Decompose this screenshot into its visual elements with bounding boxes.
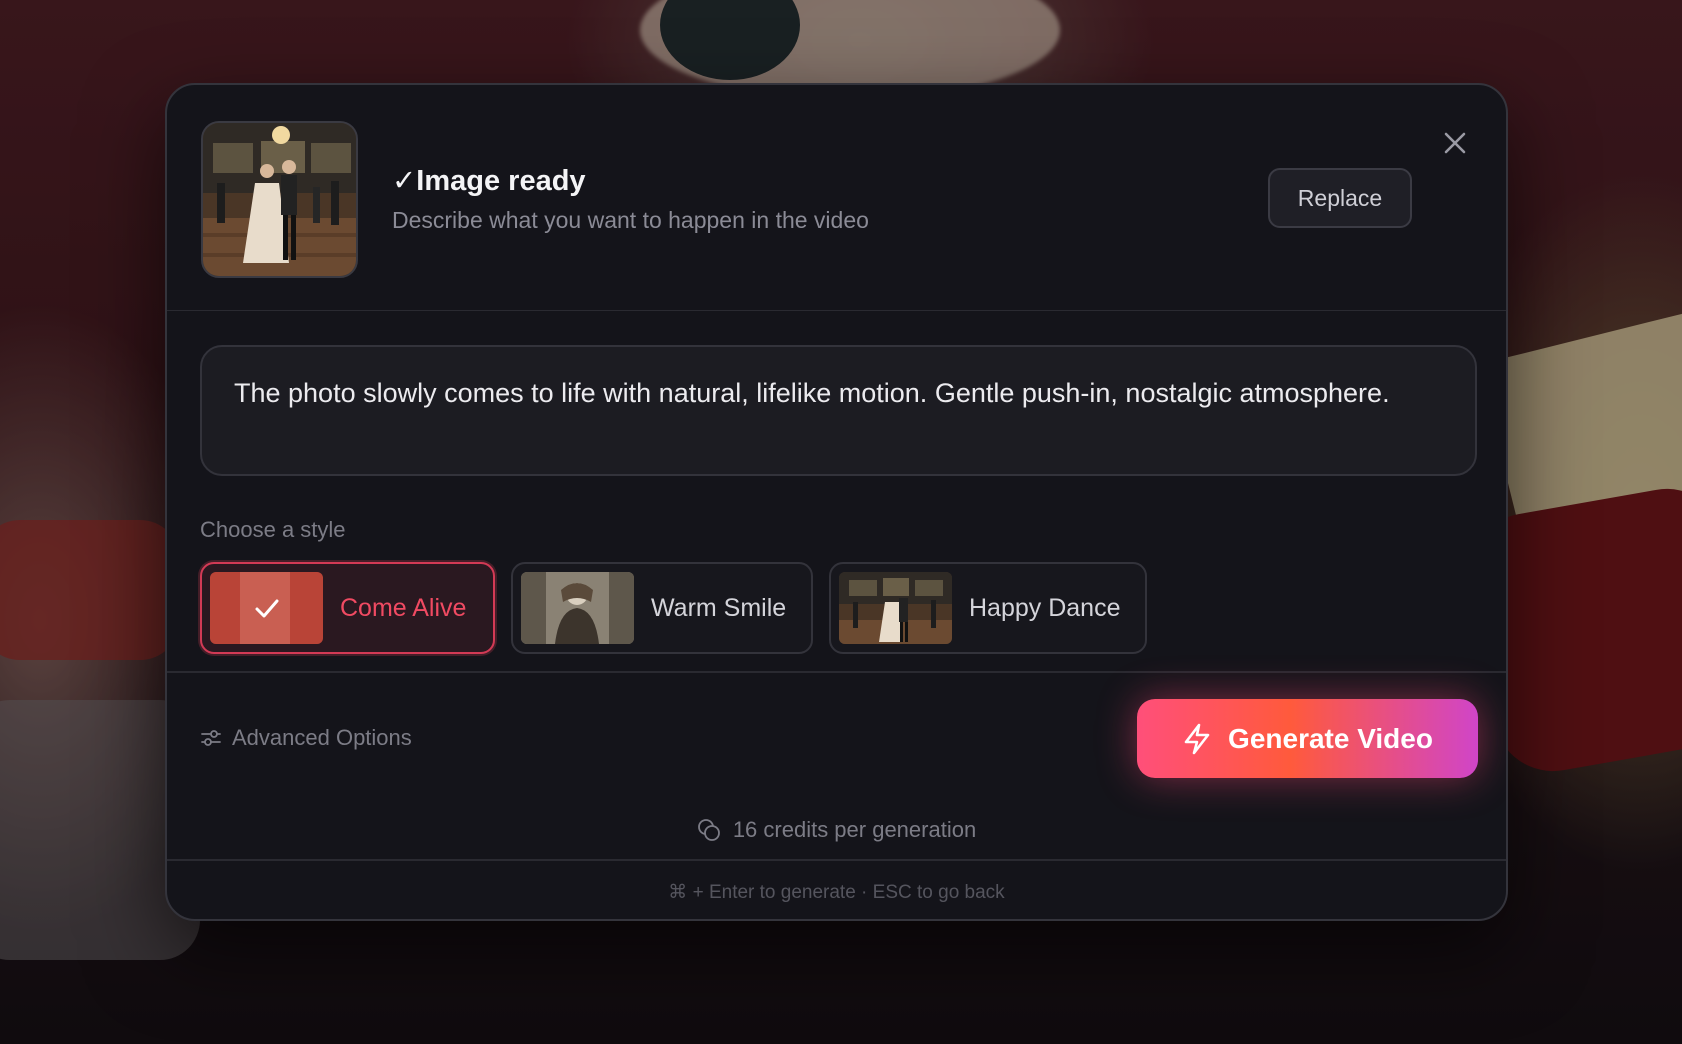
credits-info: 16 credits per generation <box>167 817 1506 843</box>
happy-dance-thumbnail <box>839 572 952 644</box>
coins-icon <box>697 819 720 841</box>
generate-video-dialog: ✓Image ready Describe what you want to h… <box>165 83 1508 921</box>
divider <box>167 859 1506 861</box>
advanced-options-label: Advanced Options <box>232 725 412 750</box>
style-name-come-alive: Come Alive <box>340 593 467 622</box>
keyboard-shortcut-hint: ⌘ + Enter to generate · ESC to go back <box>668 882 1005 903</box>
replace-button[interactable]: Replace <box>1268 168 1412 228</box>
credits-text: 16 credits per generation <box>732 817 977 842</box>
prompt-textarea[interactable]: The photo slowly comes to life with natu… <box>200 345 1477 476</box>
style-name-warm-smile: Warm Smile <box>651 593 787 622</box>
close-icon <box>1444 132 1466 154</box>
style-option-warm-smile[interactable]: Warm Smile <box>511 562 813 654</box>
style-option-happy-dance[interactable]: Happy Dance <box>829 562 1147 654</box>
check-icon <box>255 599 279 618</box>
close-button[interactable] <box>1435 123 1475 163</box>
ballroom-photo-icon <box>839 572 952 644</box>
sliders-icon <box>201 730 221 746</box>
lightning-icon <box>1184 723 1210 754</box>
style-option-come-alive[interactable]: Come Alive <box>200 562 495 654</box>
divider <box>167 671 1506 673</box>
image-ready-title: ✓Image ready <box>392 165 586 197</box>
image-ready-subtitle: Describe what you want to happen in the … <box>392 207 869 233</box>
style-name-happy-dance: Happy Dance <box>969 593 1121 622</box>
choose-style-label: Choose a style <box>200 517 346 542</box>
generate-video-button[interactable]: Generate Video <box>1137 699 1478 778</box>
generate-video-label: Generate Video <box>1228 722 1433 754</box>
uploaded-image-thumbnail <box>201 121 358 278</box>
advanced-options-toggle[interactable]: Advanced Options <box>200 725 412 751</box>
come-alive-thumbnail <box>210 572 323 644</box>
warm-smile-thumbnail <box>521 572 634 644</box>
dialog-header: ✓Image ready Describe what you want to h… <box>167 85 1506 311</box>
portrait-photo-icon <box>521 572 634 644</box>
ballroom-photo-icon <box>203 123 356 276</box>
